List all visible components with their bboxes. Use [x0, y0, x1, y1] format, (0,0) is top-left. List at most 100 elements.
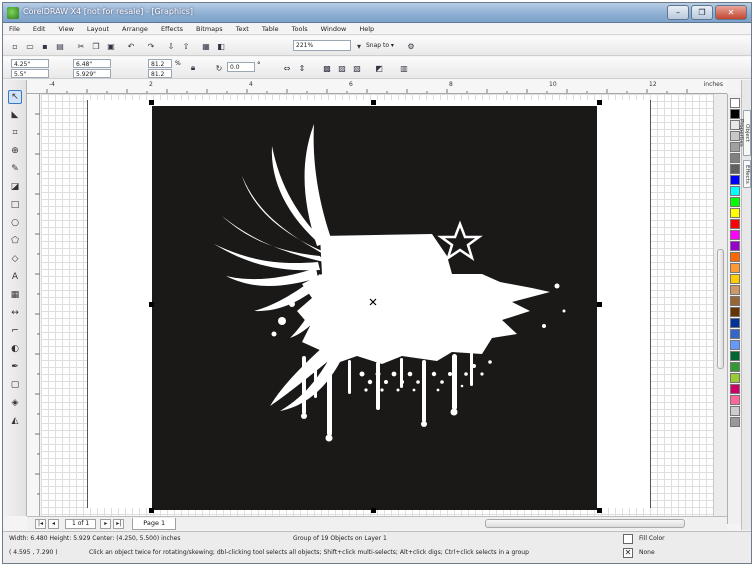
menu-bitmaps[interactable]: Bitmaps [196, 25, 223, 33]
page-tab[interactable]: Page 1 [132, 517, 177, 530]
palette-swatch[interactable] [730, 263, 740, 273]
close-button[interactable]: ✕ [715, 5, 747, 20]
minimize-button[interactable]: – [667, 5, 689, 20]
menu-layout[interactable]: Layout [87, 25, 109, 33]
import-icon[interactable]: ⇩ [165, 40, 177, 52]
menu-file[interactable]: File [9, 25, 20, 33]
palette-swatch[interactable] [730, 164, 740, 174]
shape-tool-icon[interactable]: ◣ [8, 108, 22, 122]
object-width-field[interactable]: 6.48" [73, 59, 111, 68]
y-position-field[interactable]: 5.5" [11, 69, 49, 78]
zoom-tool-icon[interactable]: ⊕ [8, 144, 22, 158]
horizontal-ruler[interactable]: -4 2 4 6 8 10 12 inches [27, 80, 727, 94]
palette-swatch[interactable] [730, 362, 740, 372]
eyedropper-tool-icon[interactable]: ✒ [8, 360, 22, 374]
basic-shapes-tool-icon[interactable]: ◇ [8, 252, 22, 266]
palette-swatch[interactable] [730, 329, 740, 339]
group-icon[interactable]: ▩ [321, 62, 333, 74]
align-distribute-icon[interactable]: ▥ [398, 62, 410, 74]
next-page-button[interactable]: ▸ [100, 518, 112, 529]
menu-arrange[interactable]: Arrange [122, 25, 148, 33]
selection-handle[interactable] [371, 100, 376, 105]
palette-swatch[interactable] [730, 285, 740, 295]
menu-tools[interactable]: Tools [292, 25, 308, 33]
palette-swatch[interactable] [730, 186, 740, 196]
text-tool-icon[interactable]: A [8, 270, 22, 284]
fill-tool-icon[interactable]: ◈ [8, 396, 22, 410]
effects-tab[interactable]: Effects [743, 160, 751, 188]
palette-swatch[interactable] [730, 175, 740, 185]
lock-ratio-icon[interactable]: 🔒︎ [187, 62, 199, 74]
print-icon[interactable]: ▤ [54, 40, 66, 52]
interactive-fill-tool-icon[interactable]: ◭ [8, 414, 22, 428]
drawing-canvas[interactable] [41, 94, 713, 516]
palette-swatch[interactable] [730, 307, 740, 317]
menu-window[interactable]: Window [321, 25, 347, 33]
selection-handle[interactable] [597, 302, 602, 307]
palette-swatch[interactable] [730, 153, 740, 163]
selection-handle[interactable] [149, 302, 154, 307]
palette-swatch[interactable] [730, 208, 740, 218]
outline-none-icon[interactable]: ✕ [623, 548, 633, 558]
menu-edit[interactable]: Edit [33, 25, 46, 33]
combine-icon[interactable]: ◩ [373, 62, 385, 74]
object-height-field[interactable]: 5.929" [73, 69, 111, 78]
palette-swatch[interactable] [730, 373, 740, 383]
selection-handle[interactable] [149, 508, 154, 513]
palette-swatch[interactable] [730, 406, 740, 416]
menu-text[interactable]: Text [236, 25, 249, 33]
new-document-icon[interactable]: ▫ [9, 40, 21, 52]
freehand-tool-icon[interactable]: ✎ [8, 162, 22, 176]
selection-handle[interactable] [597, 100, 602, 105]
palette-swatch[interactable] [730, 219, 740, 229]
outline-tool-icon[interactable]: ▢ [8, 378, 22, 392]
table-tool-icon[interactable]: ▦ [8, 288, 22, 302]
palette-swatch[interactable] [730, 197, 740, 207]
smart-fill-tool-icon[interactable]: ◪ [8, 180, 22, 194]
ungroup-all-icon[interactable]: ▧ [351, 62, 363, 74]
open-folder-icon[interactable]: ▭ [24, 40, 36, 52]
palette-swatch[interactable] [730, 384, 740, 394]
palette-swatch[interactable] [730, 340, 740, 350]
last-page-button[interactable]: ▸| [113, 518, 125, 529]
vertical-scroll-thumb[interactable] [717, 249, 724, 369]
palette-swatch[interactable] [730, 296, 740, 306]
polygon-tool-icon[interactable]: ⬠ [8, 234, 22, 248]
interactive-blend-tool-icon[interactable]: ◐ [8, 342, 22, 356]
scale-x-field[interactable]: 81.2 [148, 59, 172, 68]
menu-table[interactable]: Table [262, 25, 279, 33]
palette-swatch[interactable] [730, 351, 740, 361]
save-icon[interactable]: ▪ [39, 40, 51, 52]
rotation-angle-field[interactable]: 0.0 [227, 62, 255, 72]
ungroup-icon[interactable]: ▨ [336, 62, 348, 74]
palette-swatch[interactable] [730, 395, 740, 405]
selection-handle[interactable] [149, 100, 154, 105]
options-icon[interactable]: ⚙ [405, 40, 417, 52]
snap-to-dropdown[interactable]: Snap to ▾ [363, 40, 399, 51]
cut-icon[interactable]: ✂ [75, 40, 87, 52]
vertical-scrollbar[interactable] [713, 94, 727, 516]
crop-tool-icon[interactable]: ⌗ [8, 126, 22, 140]
palette-swatch[interactable] [730, 98, 740, 108]
selection-handle[interactable] [371, 508, 376, 513]
copy-icon[interactable]: ❐ [90, 40, 102, 52]
selection-handle[interactable] [597, 508, 602, 513]
connector-tool-icon[interactable]: ⌐ [8, 324, 22, 338]
menu-help[interactable]: Help [359, 25, 374, 33]
dimension-tool-icon[interactable]: ↔ [8, 306, 22, 320]
welcome-screen-icon[interactable]: ◧ [215, 40, 227, 52]
maximize-button[interactable]: ❐ [691, 5, 713, 20]
x-position-field[interactable]: 4.25" [11, 59, 49, 68]
mirror-horizontal-icon[interactable]: ⇔ [281, 62, 293, 74]
palette-swatch[interactable] [730, 274, 740, 284]
mirror-vertical-icon[interactable]: ⇕ [296, 62, 308, 74]
vertical-ruler[interactable] [27, 94, 40, 516]
fill-color-swatch[interactable] [623, 534, 633, 544]
palette-swatch[interactable] [730, 318, 740, 328]
zoom-level-select[interactable]: 221% [293, 40, 351, 51]
menu-effects[interactable]: Effects [161, 25, 183, 33]
scale-y-field[interactable]: 81.2 [148, 69, 172, 78]
graphic-artwork[interactable] [152, 106, 597, 510]
export-icon[interactable]: ⇧ [180, 40, 192, 52]
previous-page-button[interactable]: ◂ [48, 518, 59, 529]
